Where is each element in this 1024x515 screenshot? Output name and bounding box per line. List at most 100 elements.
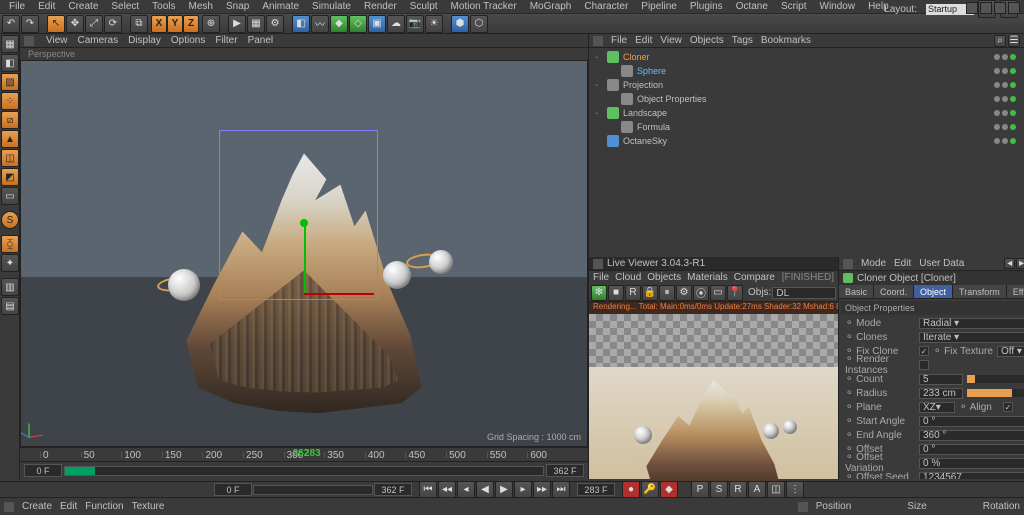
snap-icon[interactable]: ⧲ xyxy=(1,235,19,253)
menu-item[interactable]: MoGraph xyxy=(525,1,577,12)
attr-slider[interactable] xyxy=(967,375,1024,383)
model-mode-icon[interactable]: ▦ xyxy=(1,35,19,53)
render-view-icon[interactable]: ▶ xyxy=(228,15,246,33)
tab-transform[interactable]: Transform xyxy=(953,285,1007,298)
object-visibility[interactable] xyxy=(994,54,1016,60)
record-icon[interactable]: ● xyxy=(622,481,640,499)
attr-number-field[interactable]: 1234567 xyxy=(919,472,1024,480)
camera-icon[interactable]: 📷 xyxy=(406,15,424,33)
lv-pause-icon[interactable]: ⏸ xyxy=(659,285,675,301)
objects-menu[interactable]: View xyxy=(660,35,682,46)
octane-icon[interactable]: ⬢ xyxy=(451,15,469,33)
goto-start-icon[interactable]: ⏮ xyxy=(419,481,437,499)
objects-menu[interactable]: Edit xyxy=(635,35,652,46)
bottom-menu[interactable]: Edit xyxy=(60,501,77,512)
vp-menu-item[interactable]: View xyxy=(46,35,68,46)
menu-item[interactable]: Window xyxy=(815,1,861,12)
key-pla-icon[interactable]: ◫ xyxy=(767,481,785,499)
render-settings-icon[interactable]: ⚙ xyxy=(266,15,284,33)
lv-menu-item[interactable]: Objects xyxy=(647,272,681,283)
expand-icon[interactable]: - xyxy=(595,52,603,63)
lv-lock-icon[interactable]: 🔒 xyxy=(642,285,658,301)
objects-menu[interactable]: Bookmarks xyxy=(761,35,811,46)
object-visibility[interactable] xyxy=(994,82,1016,88)
polygon-mode-icon[interactable]: ▲ xyxy=(1,130,19,148)
timeline-end[interactable] xyxy=(546,464,584,477)
attr-number-field[interactable]: 5 xyxy=(919,374,963,385)
menu-item[interactable]: Tools xyxy=(147,1,180,12)
primitive-cube-icon[interactable]: ◧ xyxy=(292,15,310,33)
lv-objs-field[interactable]: DL xyxy=(772,287,836,299)
lv-gear-icon[interactable]: ⚙ xyxy=(676,285,692,301)
nav-back-icon[interactable]: ◂ xyxy=(1004,258,1015,269)
soft-select-icon[interactable]: S xyxy=(1,211,19,229)
vp-menu-item[interactable]: Options xyxy=(171,35,205,46)
key-scale-icon[interactable]: S xyxy=(710,481,728,499)
nurbs-icon[interactable]: ◇ xyxy=(349,15,367,33)
menu-item[interactable]: Motion Tracker xyxy=(446,1,522,12)
menu-item[interactable]: Simulate xyxy=(307,1,356,12)
panel-grip-icon[interactable] xyxy=(4,502,14,512)
prev-key-icon[interactable]: ◂◂ xyxy=(438,481,456,499)
workplane-icon[interactable]: ▥ xyxy=(1,278,19,296)
redo-icon[interactable]: ↷ xyxy=(21,15,39,33)
axis-center-icon[interactable]: ▭ xyxy=(1,187,19,205)
menu-item[interactable]: Script xyxy=(776,1,812,12)
object-visibility[interactable] xyxy=(994,68,1016,74)
attr-number-field[interactable]: 233 cm xyxy=(919,388,963,399)
next-frame-icon[interactable]: ▸ xyxy=(514,481,532,499)
vp-zoom-icon[interactable] xyxy=(980,2,992,14)
frame-start-field[interactable] xyxy=(214,483,252,496)
undo-icon[interactable]: ↶ xyxy=(2,15,20,33)
coord-system-icon[interactable]: ⊕ xyxy=(202,15,220,33)
timeline-start[interactable] xyxy=(24,464,62,477)
autokey-icon[interactable]: 🔑 xyxy=(641,481,659,499)
light-icon[interactable]: ☀ xyxy=(425,15,443,33)
object-name[interactable]: Landscape xyxy=(623,108,703,118)
frame-total-field[interactable] xyxy=(374,483,412,496)
attr-dropdown[interactable]: Iterate ▾ xyxy=(919,332,1024,343)
point-mode-icon[interactable]: ⁘ xyxy=(1,92,19,110)
lv-render-icon[interactable]: ✻ xyxy=(591,285,607,301)
attr-menu[interactable]: Mode xyxy=(861,258,886,269)
viewport-grip-icon[interactable] xyxy=(24,36,34,46)
key-param-icon[interactable]: A xyxy=(748,481,766,499)
move-gizmo[interactable] xyxy=(304,223,306,293)
menu-item[interactable]: Render xyxy=(359,1,402,12)
spline-icon[interactable]: 〰 xyxy=(311,15,329,33)
timeline-ruler[interactable]: 0 50 100 150 200 250 300 350 400 450 500… xyxy=(20,447,588,461)
object-name[interactable]: Object Properties xyxy=(637,94,717,104)
key-pos-icon[interactable]: P xyxy=(691,481,709,499)
object-name[interactable]: Projection xyxy=(623,80,703,90)
objects-menu[interactable]: File xyxy=(611,35,627,46)
bottom-menu[interactable]: Create xyxy=(22,501,52,512)
panel-grip-icon[interactable] xyxy=(843,259,853,269)
object-row[interactable]: OctaneSky xyxy=(591,134,1022,148)
live-viewer-canvas[interactable] xyxy=(589,314,838,479)
lv-pick-icon[interactable]: ⦿ xyxy=(693,285,709,301)
object-visibility[interactable] xyxy=(994,110,1016,116)
uv-point-icon[interactable]: ◫ xyxy=(1,149,19,167)
panel-grip-icon[interactable] xyxy=(593,259,603,269)
viewport-3d[interactable]: Grid Spacing : 1000 cm xyxy=(20,60,588,447)
search-icon[interactable]: ⌕ xyxy=(994,35,1006,47)
play-fwd-icon[interactable]: ▶ xyxy=(495,481,513,499)
attr-dropdown[interactable]: Off ▾ xyxy=(997,346,1024,357)
menu-item[interactable]: Mesh xyxy=(184,1,218,12)
vp-menu-item[interactable]: Display xyxy=(128,35,161,46)
object-name[interactable]: Sphere xyxy=(637,66,717,76)
lv-menu-item[interactable]: File xyxy=(593,272,609,283)
vp-menu-item[interactable]: Filter xyxy=(215,35,237,46)
nav-fwd-icon[interactable]: ▸ xyxy=(1016,258,1024,269)
vp-menu-item[interactable]: Cameras xyxy=(78,35,119,46)
scale-icon[interactable]: ⤢ xyxy=(85,15,103,33)
panel-grip-icon[interactable] xyxy=(593,36,603,46)
tab-effectors[interactable]: Effectors xyxy=(1007,285,1024,298)
lv-region-icon[interactable]: ▭ xyxy=(710,285,726,301)
attr-dropdown[interactable]: XZ▾ xyxy=(919,402,955,413)
tab-coord[interactable]: Coord. xyxy=(874,285,914,298)
expand-icon[interactable]: - xyxy=(595,80,603,91)
object-visibility[interactable] xyxy=(994,138,1016,144)
vp-layout-icon[interactable] xyxy=(1008,2,1020,14)
attr-menu[interactable]: Edit xyxy=(894,258,911,269)
